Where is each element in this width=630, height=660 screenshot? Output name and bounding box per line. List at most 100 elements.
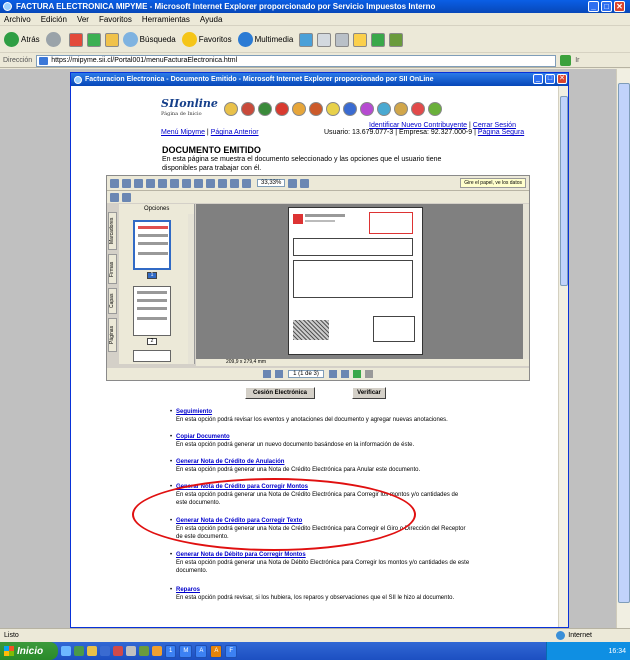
- fit-width-icon[interactable]: [230, 178, 239, 188]
- seal-icon[interactable]: [291, 102, 306, 116]
- back-view-icon[interactable]: [352, 370, 361, 378]
- option-link[interactable]: Copiar Documento: [176, 433, 471, 441]
- print-icon[interactable]: [335, 32, 350, 47]
- taskbar-task[interactable]: F: [225, 644, 238, 658]
- tab-marcadores[interactable]: Marcadores: [108, 212, 117, 250]
- clock[interactable]: 16:34: [608, 648, 626, 655]
- search-button[interactable]: Búsqueda: [122, 32, 176, 47]
- comment-icon[interactable]: [122, 192, 131, 202]
- quicklaunch-icon[interactable]: [100, 646, 110, 656]
- home-icon[interactable]: [104, 32, 119, 47]
- option-link[interactable]: Seguimiento: [176, 408, 471, 416]
- messenger-icon[interactable]: [389, 32, 404, 47]
- mail-icon[interactable]: [317, 32, 332, 47]
- menu-edicion[interactable]: Edición: [41, 15, 67, 24]
- previous-page-link[interactable]: Página Anterior: [211, 129, 259, 136]
- option-link[interactable]: Generar Nota de Crédito de Anulación: [176, 458, 471, 466]
- menu-favoritos[interactable]: Favoritos: [99, 15, 132, 24]
- page-indicator[interactable]: 1 (1 de 3): [288, 370, 324, 378]
- sii-logo[interactable]: SIIonline Página de Inicio: [161, 98, 218, 119]
- back-button[interactable]: Atrás: [4, 32, 40, 47]
- menu-archivo[interactable]: Archivo: [4, 15, 31, 24]
- forward-button[interactable]: [45, 32, 63, 47]
- pdf-scrollbar[interactable]: [523, 204, 529, 359]
- quicklaunch-icon[interactable]: [113, 646, 123, 656]
- zoom-out-icon[interactable]: [242, 178, 251, 188]
- secure-page-link[interactable]: Página Segura: [478, 129, 524, 136]
- seal-icon[interactable]: [274, 102, 289, 116]
- seal-icon[interactable]: [240, 102, 255, 116]
- text-select-icon[interactable]: [170, 178, 179, 188]
- cesion-electronica-button[interactable]: Cesión Electrónica: [245, 387, 315, 399]
- option-link[interactable]: Generar Nota de Débito para Corregir Mon…: [176, 551, 471, 559]
- print-icon[interactable]: [122, 178, 131, 188]
- stop-icon[interactable]: [68, 32, 83, 47]
- seal-icon[interactable]: [410, 102, 425, 116]
- favorites-button[interactable]: Favoritos: [181, 32, 232, 47]
- maximize-icon[interactable]: □: [601, 1, 612, 12]
- folder-icon[interactable]: [353, 32, 368, 47]
- taskbar-task[interactable]: A: [195, 644, 208, 658]
- seal-icon[interactable]: [342, 102, 357, 116]
- seal-icon[interactable]: [223, 102, 238, 116]
- pdf-document-view[interactable]: [196, 204, 523, 359]
- menu-ayuda[interactable]: Ayuda: [200, 15, 223, 24]
- first-page-icon[interactable]: [263, 370, 272, 378]
- zoom-tool-icon[interactable]: [194, 178, 203, 188]
- go-icon[interactable]: [560, 55, 572, 66]
- last-page-icon[interactable]: [340, 370, 349, 378]
- go-label[interactable]: Ir: [575, 57, 579, 64]
- menu-mipyme-link[interactable]: Menú Mipyme: [161, 129, 205, 136]
- minimize-icon[interactable]: _: [588, 1, 599, 12]
- taskbar-task[interactable]: M: [179, 644, 193, 658]
- next-page-icon[interactable]: [328, 370, 337, 378]
- quicklaunch-icon[interactable]: [87, 646, 97, 656]
- tab-paginas[interactable]: Páginas: [108, 318, 117, 352]
- close-icon[interactable]: ✕: [614, 1, 625, 12]
- media-button[interactable]: Multimedia: [237, 32, 293, 47]
- forward-view-icon[interactable]: [364, 370, 373, 378]
- seal-icon[interactable]: [393, 102, 408, 116]
- refresh-icon[interactable]: [86, 32, 101, 47]
- quicklaunch-icon[interactable]: [61, 646, 71, 656]
- actual-size-icon[interactable]: [206, 178, 215, 188]
- thumbnail-scrollbar[interactable]: [188, 214, 194, 364]
- address-input[interactable]: https://mipyme.sii.cl/Portal001/menuFact…: [36, 54, 557, 67]
- popup-scrollbar[interactable]: [558, 86, 568, 627]
- zoom-select[interactable]: 33,33%: [257, 179, 286, 187]
- find-icon[interactable]: [134, 178, 143, 188]
- identify-link[interactable]: Identificar Nuevo Contribuyente: [369, 122, 467, 129]
- edit-icon[interactable]: [110, 192, 119, 202]
- quicklaunch-icon[interactable]: [152, 646, 162, 656]
- options-menu[interactable]: Opciones: [144, 206, 169, 212]
- seal-icon[interactable]: [325, 102, 340, 116]
- hand-tool-icon[interactable]: [158, 178, 167, 188]
- outer-scroll-thumb[interactable]: [618, 83, 630, 603]
- clover-icon[interactable]: [371, 32, 386, 47]
- page-thumbnail[interactable]: [133, 350, 171, 362]
- seal-icon[interactable]: [376, 102, 391, 116]
- menu-herramientas[interactable]: Herramientas: [142, 15, 190, 24]
- option-link[interactable]: Reparos: [176, 586, 471, 594]
- save-icon[interactable]: [110, 178, 119, 188]
- seal-icon[interactable]: [308, 102, 323, 116]
- seal-icon[interactable]: [257, 102, 272, 116]
- pdf-tip[interactable]: Gire el papel, ve los datos: [460, 178, 526, 188]
- menu-ver[interactable]: Ver: [77, 15, 89, 24]
- start-button[interactable]: Inicio: [0, 642, 58, 660]
- rotate-icon[interactable]: [300, 178, 310, 188]
- page-thumbnail[interactable]: [133, 286, 171, 336]
- seal-icon[interactable]: [359, 102, 374, 116]
- outer-scrollbar[interactable]: [616, 69, 630, 628]
- previous-page-icon[interactable]: [275, 370, 284, 378]
- taskbar-task[interactable]: A: [210, 644, 223, 658]
- tab-firmas[interactable]: Firmas: [108, 254, 117, 284]
- snapshot-icon[interactable]: [182, 178, 191, 188]
- history-icon[interactable]: [299, 32, 314, 47]
- fit-page-icon[interactable]: [218, 178, 227, 188]
- tab-capas[interactable]: Capas: [108, 288, 117, 314]
- popup-scroll-thumb[interactable]: [560, 96, 568, 286]
- email-icon[interactable]: [146, 178, 155, 188]
- zoom-in-icon[interactable]: [288, 178, 298, 188]
- quicklaunch-icon[interactable]: [74, 646, 84, 656]
